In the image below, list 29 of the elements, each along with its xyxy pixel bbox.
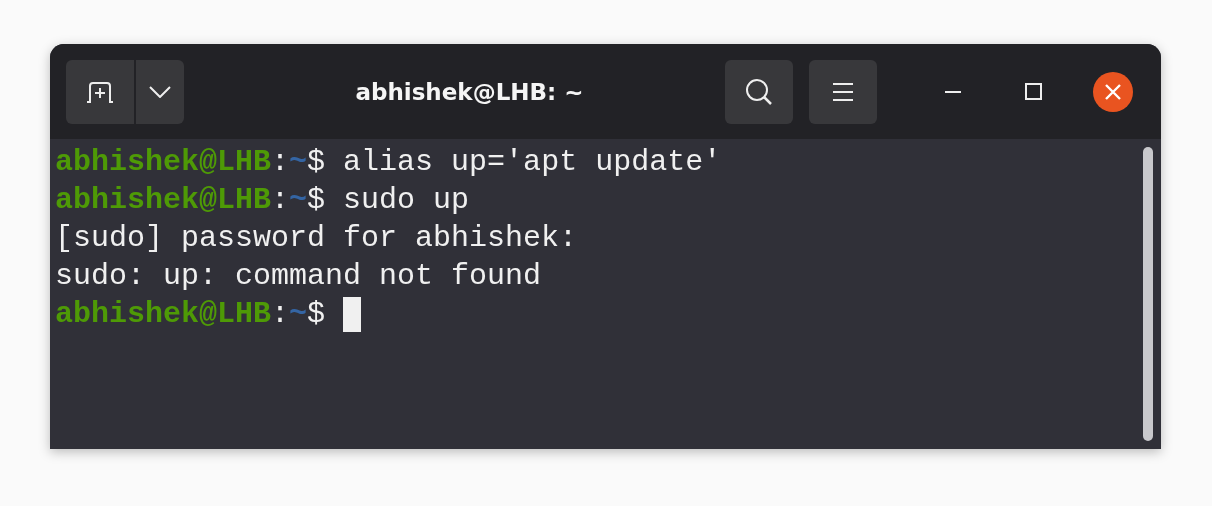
- close-button[interactable]: [1093, 71, 1133, 112]
- command-text: alias up='apt update': [343, 144, 722, 181]
- close-icon: [1104, 82, 1122, 101]
- search-button[interactable]: [725, 59, 793, 124]
- prompt-user: abhishek@LHB: [55, 144, 272, 181]
- search-icon: [745, 77, 773, 106]
- prompt-path: ~: [289, 144, 308, 181]
- prompt-user: abhishek@LHB: [55, 296, 272, 333]
- prompt-path: ~: [289, 296, 308, 333]
- new-tab-button[interactable]: [66, 59, 134, 124]
- scrollbar[interactable]: [1143, 147, 1153, 441]
- output-text: sudo: up: command not found: [55, 258, 542, 295]
- prompt-separator: :: [271, 182, 290, 219]
- command-text: sudo up: [343, 182, 470, 219]
- prompt-separator: :: [271, 296, 290, 333]
- window-title: abhishek@LHB: ~: [355, 78, 584, 105]
- prompt-sign: $: [307, 182, 326, 219]
- minimize-icon: [944, 89, 962, 94]
- chevron-down-icon: [149, 85, 171, 98]
- maximize-icon: [1024, 83, 1042, 100]
- menu-icon: [832, 81, 854, 102]
- menu-button[interactable]: [809, 59, 877, 124]
- output-text: [sudo] password for abhishek:: [55, 220, 578, 257]
- prompt-sign: $: [307, 144, 326, 181]
- prompt-sign: $: [307, 296, 326, 333]
- prompt-path: ~: [289, 182, 308, 219]
- prompt-separator: :: [271, 144, 290, 181]
- new-tab-icon: [85, 79, 115, 104]
- prompt-user: abhishek@LHB: [55, 182, 272, 219]
